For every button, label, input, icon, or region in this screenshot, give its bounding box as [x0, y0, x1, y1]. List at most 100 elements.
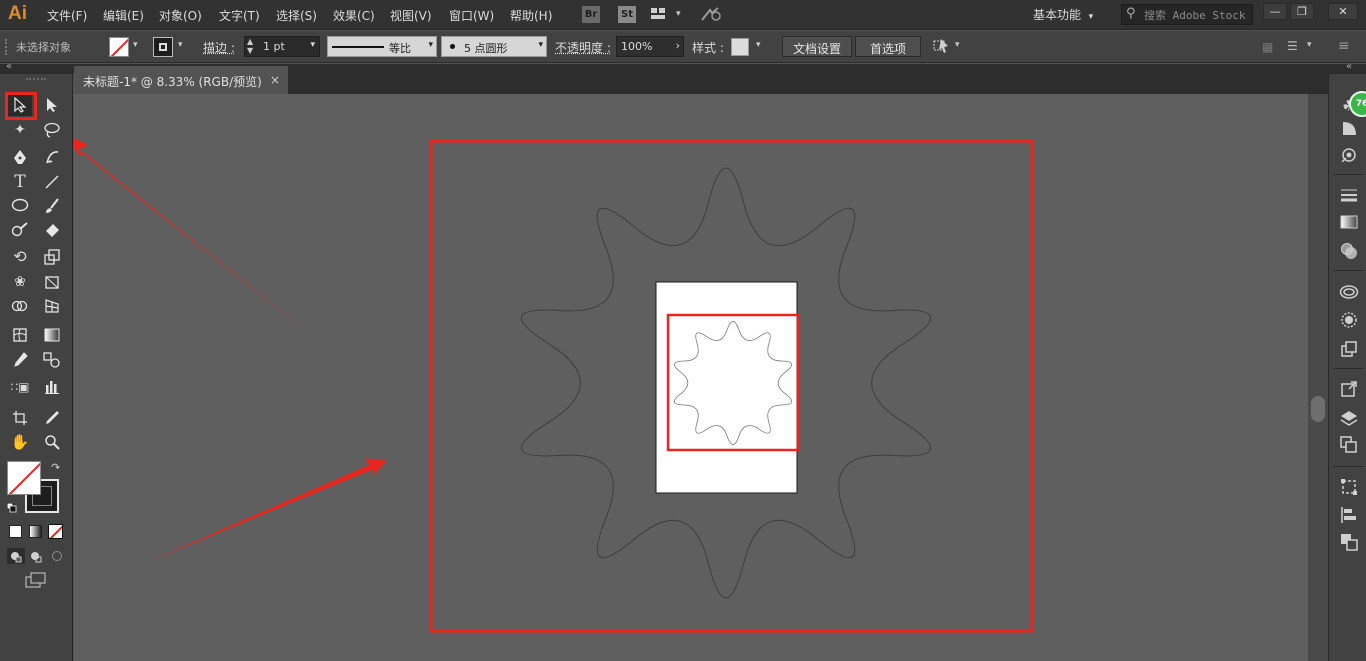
gradient-panel-icon[interactable]: [1339, 214, 1359, 234]
none-mode-button[interactable]: [48, 524, 63, 539]
pathfinder-icon[interactable]: [1339, 533, 1359, 553]
appearance-icon[interactable]: [1339, 146, 1359, 166]
shape-builder-tool[interactable]: [8, 295, 32, 317]
artboards-icon[interactable]: [1339, 436, 1359, 456]
chevron-down-icon[interactable]: ▾: [178, 40, 183, 50]
stock-button[interactable]: St: [618, 6, 636, 23]
menu-object[interactable]: 对象(O): [159, 7, 202, 24]
close-tab-button[interactable]: ×: [270, 73, 280, 87]
zoom-tool[interactable]: [40, 431, 64, 453]
lasso-tool[interactable]: [40, 119, 64, 141]
artboard-tool[interactable]: [8, 407, 32, 429]
screen-mode-icon[interactable]: [25, 572, 47, 591]
color-mode-button[interactable]: [9, 525, 22, 538]
ellipse-tool[interactable]: [8, 195, 32, 217]
menu-window[interactable]: 窗口(W): [449, 7, 494, 24]
links-icon[interactable]: [1339, 380, 1359, 400]
align-grid-icon[interactable]: ▦: [1262, 40, 1273, 54]
menu-type[interactable]: 文字(T): [219, 7, 260, 24]
document-setup-button[interactable]: 文档设置: [782, 36, 853, 57]
fill-color-swatch[interactable]: [7, 461, 41, 495]
swap-fill-stroke-icon[interactable]: ↷: [51, 461, 60, 474]
transform-options-icon[interactable]: [931, 37, 951, 58]
chevron-down-icon[interactable]: ▾: [676, 9, 681, 27]
hand-tool[interactable]: ✋: [8, 431, 32, 453]
vertical-scrollbar[interactable]: [1308, 94, 1328, 661]
direct-selection-tool[interactable]: [40, 94, 64, 116]
gradient-tool[interactable]: [40, 324, 64, 346]
collapse-panel-icon[interactable]: «: [6, 61, 12, 72]
symbol-sprayer-tool[interactable]: ∷▣: [8, 376, 32, 398]
color-panel-icon[interactable]: [1339, 119, 1359, 139]
expand-panel-icon[interactable]: «: [1346, 61, 1352, 72]
draw-behind-icon[interactable]: [28, 548, 44, 564]
canvas-area[interactable]: [74, 94, 1308, 661]
opacity-field[interactable]: 100% ›: [616, 36, 684, 57]
preferences-button[interactable]: 首选项: [855, 36, 922, 57]
curvature-tool[interactable]: [40, 146, 64, 168]
shaper-tool[interactable]: [8, 219, 32, 241]
slice-tool[interactable]: [40, 407, 64, 429]
transparency-icon[interactable]: [1339, 242, 1359, 262]
menu-select[interactable]: 选择(S): [276, 7, 317, 24]
stroke-label[interactable]: 描边 :: [203, 39, 235, 56]
free-transform-tool[interactable]: [40, 271, 64, 293]
gradient-mode-button[interactable]: [29, 525, 42, 538]
stroke-weight-field[interactable]: ▲ ▼ 1 pt ▾: [244, 36, 320, 57]
workspace-switcher[interactable]: 基本功能 ▾: [1033, 6, 1093, 23]
magic-wand-tool[interactable]: ✦: [8, 119, 32, 141]
eyedropper-tool[interactable]: [8, 349, 32, 371]
chevron-down-icon[interactable]: ▾: [955, 40, 960, 50]
close-window-button[interactable]: ✕: [1328, 3, 1358, 20]
line-segment-tool[interactable]: [40, 171, 64, 193]
align-panel-icon[interactable]: [1339, 506, 1359, 526]
menu-help[interactable]: 帮助(H): [510, 7, 552, 24]
rotate-tool[interactable]: ⟲: [8, 246, 32, 268]
minimize-button[interactable]: —: [1263, 3, 1287, 20]
menu-view[interactable]: 视图(V): [390, 7, 432, 24]
paintbrush-tool[interactable]: [40, 195, 64, 217]
align-left-icon[interactable]: ☰: [1287, 39, 1298, 53]
opacity-label[interactable]: 不透明度 :: [555, 39, 611, 56]
arrange-documents-icon[interactable]: [650, 6, 666, 24]
stepper-icon[interactable]: ▲ ▼: [247, 37, 253, 55]
panel-menu-icon[interactable]: ≡: [1338, 38, 1350, 54]
libraries-icon[interactable]: [1339, 284, 1359, 304]
brush-definition-dropdown[interactable]: 5 点圆形 ▾: [441, 36, 547, 57]
stroke-panel-icon[interactable]: [1339, 187, 1359, 207]
pen-tool[interactable]: [8, 146, 32, 168]
stroke-profile-dropdown[interactable]: 等比 ▾: [327, 36, 437, 57]
default-fill-stroke-icon[interactable]: [6, 502, 17, 513]
blend-tool[interactable]: [40, 349, 64, 371]
draw-inside-icon[interactable]: [49, 548, 65, 564]
transform-panel-icon[interactable]: [1339, 478, 1359, 498]
mesh-tool[interactable]: [8, 324, 32, 346]
chevron-right-icon[interactable]: ›: [676, 39, 680, 52]
warp-tool[interactable]: ❀: [8, 271, 32, 293]
graphic-style-swatch[interactable]: [731, 38, 749, 56]
menu-edit[interactable]: 编辑(E): [103, 7, 144, 24]
type-tool[interactable]: T: [8, 171, 32, 193]
scrollbar-thumb[interactable]: [1311, 396, 1325, 422]
document-tab[interactable]: 未标题-1* @ 8.33% (RGB/预览) ×: [74, 66, 288, 94]
chevron-down-icon[interactable]: ▾: [133, 40, 138, 50]
eraser-tool[interactable]: [40, 219, 64, 241]
fill-swatch[interactable]: [109, 37, 129, 57]
chevron-down-icon[interactable]: ▾: [1307, 40, 1312, 50]
layers-icon[interactable]: [1339, 409, 1359, 429]
menu-effect[interactable]: 效果(C): [333, 7, 375, 24]
symbols-icon[interactable]: [1339, 311, 1359, 331]
menu-file[interactable]: 文件(F): [47, 7, 87, 24]
bridge-button[interactable]: Br: [582, 6, 600, 23]
maximize-button[interactable]: ❐: [1290, 3, 1314, 20]
chevron-down-icon[interactable]: ▾: [756, 40, 761, 50]
scale-tool[interactable]: [40, 246, 64, 268]
draw-normal-icon[interactable]: [7, 548, 25, 564]
asset-export-icon[interactable]: [1339, 340, 1359, 360]
stroke-swatch[interactable]: [153, 37, 173, 57]
gpu-performance-icon[interactable]: [700, 6, 722, 24]
column-graph-tool[interactable]: [40, 376, 64, 398]
chevron-down-icon[interactable]: ▾: [310, 40, 315, 50]
perspective-grid-tool[interactable]: [40, 295, 64, 317]
stock-search-input[interactable]: ⚲ 搜索 Adobe Stock: [1121, 4, 1253, 25]
